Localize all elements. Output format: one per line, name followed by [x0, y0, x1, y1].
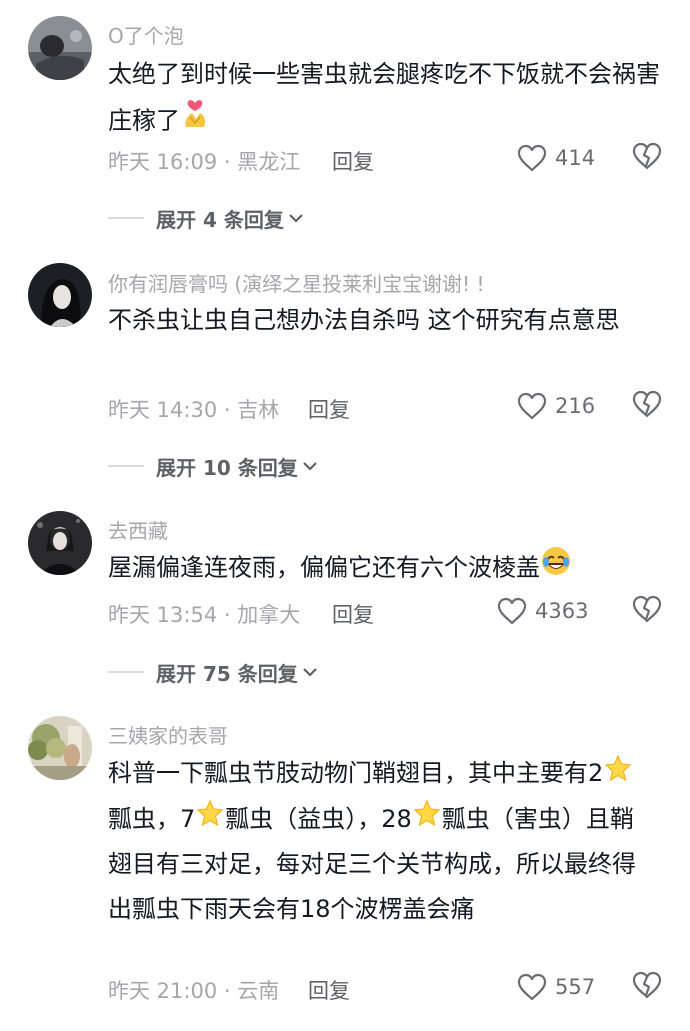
star-emoji: [412, 797, 442, 842]
like-button[interactable]: 414: [517, 140, 595, 176]
comment-text-content: 屋漏偏逢连夜雨，偏偏它还有六个波棱盖: [108, 553, 540, 582]
heart-outline-icon: [517, 392, 547, 420]
like-count: 4363: [535, 599, 589, 623]
broken-heart-icon: [632, 390, 662, 418]
heart-outline-icon: [517, 973, 547, 1001]
username[interactable]: 去西藏: [108, 515, 168, 544]
like-count: 414: [555, 146, 596, 170]
comment-text-part: 瓢虫（益虫），28: [225, 804, 412, 833]
comment-meta: 昨天 21:00 · 云南: [108, 979, 280, 1003]
comment-text: 科普一下瓢虫节肢动物门鞘翅目，其中主要有2瓢虫，7 瓢虫（益虫），28 瓢虫（害虫）…: [108, 751, 656, 932]
like-button[interactable]: 216: [517, 388, 595, 424]
heart-hands-emoji: [180, 97, 210, 146]
avatar[interactable]: [28, 511, 92, 575]
comment-text: 屋漏偏逢连夜雨，偏偏它还有六个波棱盖: [108, 545, 668, 592]
like-button[interactable]: 557: [517, 969, 595, 1005]
heart-outline-icon: [517, 144, 547, 172]
divider: [108, 217, 144, 219]
heart-outline-icon: [497, 597, 527, 625]
expand-replies-button[interactable]: 展开 4 条回复: [108, 203, 304, 233]
comment-meta: 昨天 14:30 · 吉林: [108, 398, 280, 422]
reply-button[interactable]: 回复: [308, 394, 350, 424]
like-button[interactable]: 4363: [497, 593, 588, 629]
expand-replies-button[interactable]: 展开 75 条回复: [108, 657, 318, 687]
dislike-button[interactable]: [632, 971, 664, 1003]
reply-button[interactable]: 回复: [332, 146, 374, 176]
dislike-button[interactable]: [632, 595, 664, 627]
username[interactable]: O了个泡: [108, 20, 184, 49]
star-emoji: [603, 752, 633, 797]
broken-heart-icon: [632, 971, 662, 999]
divider: [108, 671, 144, 673]
broken-heart-icon: [632, 595, 662, 623]
broken-heart-icon: [632, 142, 662, 170]
username[interactable]: 你有润唇膏吗 (演绎之星投莱利宝宝谢谢! !: [108, 268, 485, 297]
dislike-button[interactable]: [632, 142, 664, 174]
expand-replies-label: 展开 10 条回复: [156, 455, 298, 480]
reply-button[interactable]: 回复: [308, 975, 350, 1005]
divider: [108, 465, 144, 467]
chevron-down-icon: [302, 462, 317, 471]
avatar[interactable]: [28, 16, 92, 80]
avatar[interactable]: [28, 263, 92, 327]
rofl-emoji: [540, 545, 572, 592]
chevron-down-icon: [302, 668, 317, 677]
reply-button[interactable]: 回复: [332, 599, 374, 629]
comment-text-part: 瓢虫，7: [108, 804, 196, 833]
expand-replies-label: 展开 4 条回复: [156, 207, 284, 232]
like-count: 216: [555, 394, 596, 418]
username[interactable]: 三姨家的表哥: [108, 720, 228, 749]
dislike-button[interactable]: [632, 390, 664, 422]
comment-text-part: 科普一下瓢虫节肢动物门鞘翅目，其中主要有2: [108, 759, 604, 787]
comment-meta: 昨天 16:09 · 黑龙江: [108, 150, 301, 174]
expand-replies-label: 展开 75 条回复: [156, 661, 298, 686]
chevron-down-icon: [289, 214, 303, 223]
comment-text: 不杀虫让虫自己想办法自杀吗 这个研究有点意思: [108, 306, 620, 334]
star-emoji: [195, 797, 225, 842]
expand-replies-button[interactable]: 展开 10 条回复: [108, 451, 318, 481]
like-count: 557: [555, 975, 596, 999]
comment-meta: 昨天 13:54 · 加拿大: [108, 603, 301, 627]
avatar[interactable]: [28, 716, 92, 780]
comment-text: 太绝了到时候一些害虫就会腿疼吃不下饭就不会祸害庄稼了: [108, 52, 668, 146]
